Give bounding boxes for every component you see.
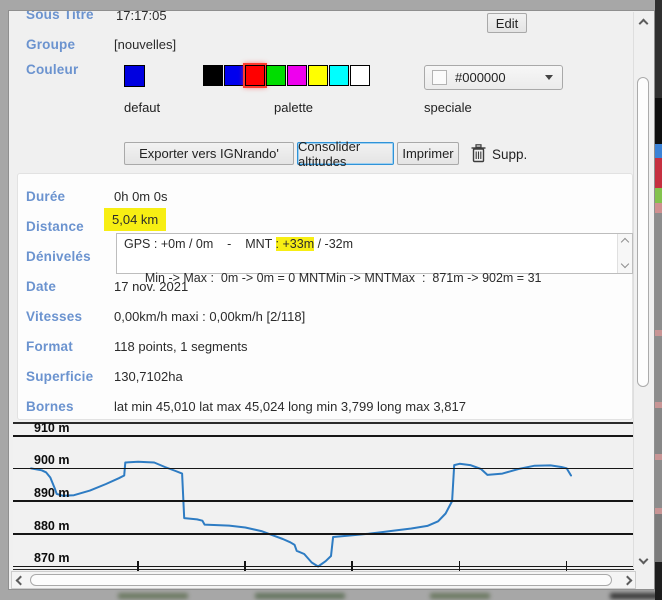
y-axis-tick-label: 890 m: [34, 486, 69, 500]
chevron-down-icon: [545, 75, 553, 80]
format-value: 118 points, 1 segments: [114, 339, 247, 354]
chart-horizontal-scrollbar[interactable]: [11, 571, 636, 589]
map-strip-segment: [655, 203, 662, 213]
color-palette: [203, 65, 383, 90]
scroll-down-icon[interactable]: [621, 260, 629, 268]
map-strip-segment: [655, 408, 662, 454]
distance-value-highlighted: 5,04 km: [104, 208, 166, 231]
special-caption: speciale: [424, 100, 472, 115]
app-window: Sous Titre 17:17:05 Edit Groupe [nouvell…: [0, 0, 662, 600]
format-label: Format: [26, 339, 73, 354]
speed-label: Vitesses: [26, 309, 82, 324]
palette-swatch-7[interactable]: [350, 65, 370, 86]
default-caption: defaut: [124, 100, 160, 115]
scroll-left-button[interactable]: [12, 572, 28, 588]
gridline-910: [13, 435, 634, 437]
gridline-890: [13, 500, 634, 502]
track-properties-dialog: Sous Titre 17:17:05 Edit Groupe [nouvell…: [8, 10, 655, 590]
elevation-box-scrollbar[interactable]: [617, 234, 632, 273]
palette-swatch-3[interactable]: [266, 65, 286, 86]
special-color-dropdown[interactable]: #000000: [424, 65, 563, 90]
area-label: Superficie: [26, 369, 93, 384]
gps-mnt-line: GPS : +0m / 0m - MNT: [124, 237, 276, 251]
group-value: [nouvelles]: [114, 37, 176, 52]
scroll-up-icon[interactable]: [621, 238, 629, 246]
gridline-880: [13, 533, 634, 535]
scroll-right-button[interactable]: [619, 572, 635, 588]
map-artifact: [430, 593, 490, 599]
y-axis-tick-label: 900 m: [34, 453, 69, 467]
mnt-gain-highlighted: : +33m: [276, 237, 315, 251]
palette-swatch-5[interactable]: [308, 65, 328, 86]
default-color-swatch[interactable]: [124, 65, 145, 87]
map-strip-segment: [655, 0, 662, 98]
map-strip-segment: [655, 514, 662, 562]
elevation-details-box[interactable]: GPS : +0m / 0m - MNT : +33m / -32m Min -…: [116, 233, 633, 274]
map-strip-segment: [655, 144, 662, 158]
subtitle-value: 17:17:05: [116, 10, 167, 23]
map-artifact: [118, 593, 188, 599]
elevation-gain-label: Dénivelés: [26, 249, 91, 264]
date-value: 17 nov. 2021: [114, 279, 188, 294]
dialog-vertical-scrollbar[interactable]: [633, 12, 653, 568]
map-artifact: [255, 593, 345, 599]
elevation-profile-plot: [13, 422, 634, 574]
print-button[interactable]: Imprimer: [397, 142, 459, 165]
color-label: Couleur: [26, 62, 78, 77]
delete-button[interactable]: Supp.: [492, 147, 527, 162]
palette-swatch-4[interactable]: [287, 65, 307, 86]
map-artifact: [610, 593, 660, 599]
gridline-870: [13, 566, 634, 568]
palette-swatch-2[interactable]: [245, 65, 265, 86]
bounds-label: Bornes: [26, 399, 74, 414]
distance-label: Distance: [26, 219, 84, 234]
export-ignrando-button[interactable]: Exporter vers IGNrando': [124, 142, 294, 165]
minmax-line: Min -> Max : 0m -> 0m = 0 MNTMin -> MNTM…: [145, 271, 542, 285]
scroll-up-button[interactable]: [634, 14, 653, 32]
elevation-profile-line: [31, 462, 571, 567]
y-axis-tick-label: 870 m: [34, 551, 69, 565]
map-strip-segment: [655, 188, 662, 203]
duration-label: Durée: [26, 189, 65, 204]
elevation-profile-chart: 910 m 900 m 890 m 880 m 870 m: [13, 422, 634, 574]
y-axis-tick-label: 880 m: [34, 519, 69, 533]
map-strip-segment: [655, 98, 662, 144]
consolidate-altitudes-button[interactable]: Consolider altitudes: [297, 142, 394, 165]
map-strip-segment: [655, 158, 662, 188]
speed-value: 0,00km/h maxi : 0,00km/h [2/118]: [114, 309, 305, 324]
map-strip-segment: [655, 336, 662, 402]
horizontal-scrollbar-thumb[interactable]: [30, 574, 612, 586]
scroll-down-button[interactable]: [634, 550, 653, 568]
map-strip-segment: [655, 460, 662, 508]
special-color-swatch: [432, 70, 447, 85]
vertical-scrollbar-thumb[interactable]: [637, 77, 649, 387]
elevation-details-text: GPS : +0m / 0m - MNT : +33m / -32m Min -…: [124, 236, 616, 287]
map-strip-segment: [655, 213, 662, 330]
trash-icon[interactable]: [471, 144, 486, 163]
y-axis-tick-label: 910 m: [34, 421, 69, 435]
date-label: Date: [26, 279, 56, 294]
edit-button[interactable]: Edit: [487, 13, 527, 33]
palette-swatch-0[interactable]: [203, 65, 223, 86]
background-map-strip: [655, 0, 662, 600]
duration-value: 0h 0m 0s: [114, 189, 167, 204]
area-value: 130,7102ha: [114, 369, 183, 384]
palette-swatch-6[interactable]: [329, 65, 349, 86]
palette-caption: palette: [274, 100, 313, 115]
mnt-loss: / -32m: [314, 237, 353, 251]
subtitle-label: Sous Titre: [26, 10, 94, 22]
palette-swatch-1[interactable]: [224, 65, 244, 86]
gridline-900: [13, 468, 634, 470]
group-label: Groupe: [26, 37, 75, 52]
bounds-value: lat min 45,010 lat max 45,024 long min 3…: [114, 399, 466, 414]
special-color-value: #000000: [455, 70, 545, 85]
